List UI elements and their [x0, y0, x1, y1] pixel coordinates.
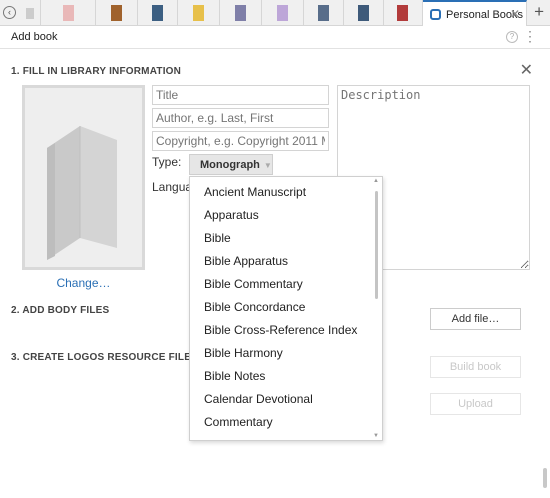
back-circle-icon[interactable]: ‹ — [3, 6, 16, 19]
tab-thumbnail-4[interactable] — [138, 0, 178, 26]
add-file-button[interactable]: Add file… — [430, 308, 521, 330]
book-cover-icon — [192, 5, 204, 21]
more-menu-icon[interactable]: ⋮ — [523, 28, 537, 45]
section-title-library-info: 1. FILL IN LIBRARY INFORMATION — [11, 66, 182, 77]
book-cover-icon — [276, 5, 288, 21]
dropdown-option[interactable]: Bible — [204, 231, 231, 245]
section-title-create-resource: 3. CREATE LOGOS RESOURCE FILE — [11, 352, 192, 363]
close-icon[interactable]: ✕ — [520, 60, 533, 80]
personal-books-icon — [430, 9, 441, 20]
section-title-body-files: 2. ADD BODY FILES — [11, 305, 110, 316]
tab-strip: ‹ Personal Books ✕ + — [0, 0, 550, 27]
book-cover-icon — [317, 5, 329, 21]
title-input[interactable] — [152, 85, 329, 105]
dropdown-option[interactable]: Commentary — [204, 415, 273, 429]
dropdown-option[interactable]: Bible Concordance — [204, 300, 305, 314]
panel-title: Add book — [11, 31, 58, 43]
toolbar: Add book ? ⋮ — [0, 26, 550, 49]
tab-thumbnail-6[interactable] — [220, 0, 262, 26]
type-label: Type: — [152, 155, 182, 169]
book-icon — [47, 126, 117, 260]
author-input[interactable] — [152, 108, 329, 128]
tab-thumbnail-2[interactable] — [42, 0, 96, 26]
book-cover-icon — [397, 5, 408, 21]
book-cover-placeholder[interactable] — [22, 85, 145, 270]
tab-thumbnail-1[interactable] — [19, 0, 41, 26]
book-cover-icon — [357, 5, 369, 21]
close-tab-icon[interactable]: ✕ — [510, 7, 520, 21]
dropdown-option[interactable]: Bible Harmony — [204, 346, 283, 360]
type-select-value: Monograph — [200, 159, 260, 171]
dropdown-option[interactable]: Bible Notes — [204, 369, 265, 383]
copyright-input[interactable] — [152, 131, 329, 151]
dropdown-scrollbar[interactable] — [375, 191, 378, 299]
change-cover-link[interactable]: Change… — [22, 276, 145, 290]
dropdown-option[interactable]: Bible Cross-Reference Index — [204, 323, 357, 337]
dropdown-option[interactable]: Ancient Manuscript — [204, 185, 306, 199]
book-cover-icon — [62, 5, 74, 21]
tab-thumbnail-3[interactable] — [96, 0, 138, 26]
tab-thumbnail-5[interactable] — [178, 0, 220, 26]
scroll-down-arrow-icon[interactable]: ▼ — [373, 433, 379, 439]
build-book-button[interactable]: Build book — [430, 356, 521, 378]
dropdown-option[interactable]: Calendar Devotional — [204, 392, 313, 406]
book-cover-icon — [25, 8, 34, 19]
dropdown-option-partial: • • • — [204, 435, 223, 440]
add-tab-icon[interactable]: + — [534, 2, 544, 22]
tab-thumbnail-10[interactable] — [384, 0, 423, 26]
type-select[interactable]: Monograph ▼ — [189, 154, 273, 175]
language-label: Langua — [152, 180, 193, 194]
tab-thumbnail-8[interactable] — [304, 0, 344, 26]
dropdown-option[interactable]: Bible Commentary — [204, 277, 303, 291]
upload-button[interactable]: Upload — [430, 393, 521, 415]
tab-thumbnail-7[interactable] — [262, 0, 304, 26]
book-cover-icon — [110, 5, 122, 21]
chevron-down-icon: ▼ — [263, 161, 272, 170]
help-icon[interactable]: ? — [506, 31, 518, 43]
dropdown-option[interactable]: Bible Apparatus — [204, 254, 288, 268]
type-dropdown-list: ▲ Ancient Manuscript Apparatus Bible Bib… — [189, 176, 383, 441]
book-cover-icon — [234, 5, 246, 21]
page-scrollbar[interactable] — [543, 468, 547, 488]
book-cover-icon — [151, 5, 163, 21]
scroll-up-arrow-icon[interactable]: ▲ — [373, 178, 379, 184]
tab-personal-books[interactable]: Personal Books ✕ — [423, 0, 527, 27]
dropdown-option[interactable]: Apparatus — [204, 208, 259, 222]
tab-thumbnail-9[interactable] — [344, 0, 384, 26]
